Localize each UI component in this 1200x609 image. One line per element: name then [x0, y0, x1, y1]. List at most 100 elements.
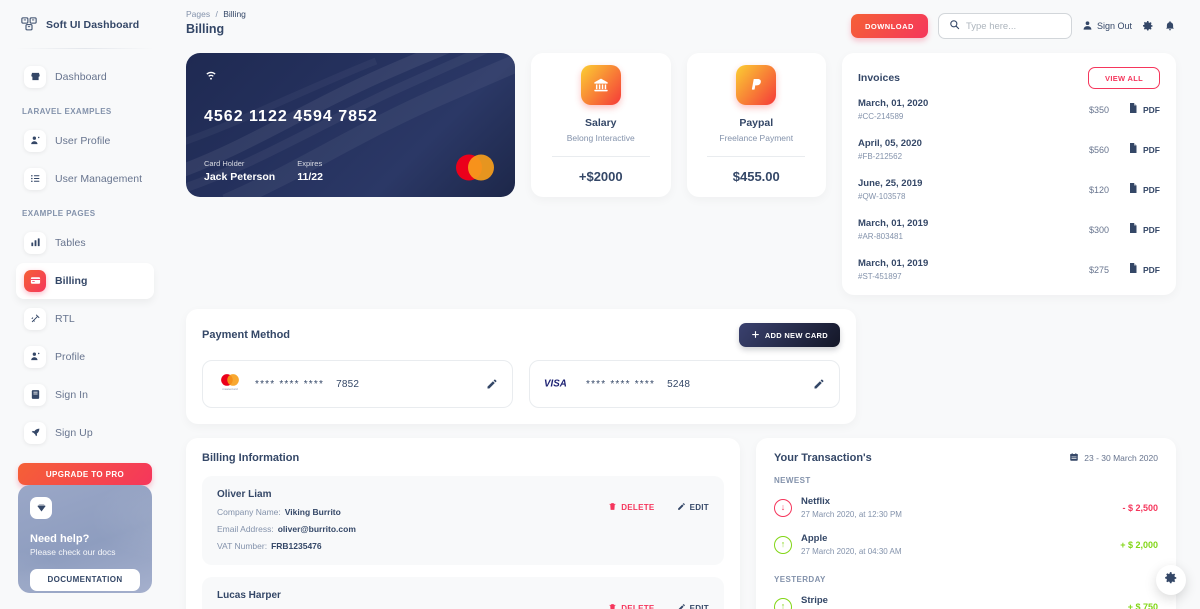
sidebar-item-label: User Management — [55, 172, 143, 185]
pencil-icon[interactable] — [813, 378, 825, 390]
pencil-icon — [677, 502, 686, 513]
search-input[interactable] — [965, 20, 1061, 32]
paypal-icon — [736, 65, 777, 105]
invoice-amount: $275 — [1088, 264, 1109, 275]
card-expires-block: Expires 11/22 — [297, 159, 323, 183]
transactions-group-label: NEWEST — [774, 476, 811, 485]
invoice-row: March, 01, 2020 #CC-214589 $350 PDF — [858, 89, 1160, 129]
pdf-download-button[interactable]: PDF — [1127, 181, 1160, 199]
transaction-time: 27 March 2020, at 12:30 PM — [801, 510, 902, 519]
gear-icon — [1164, 571, 1178, 590]
edit-button[interactable]: EDIT — [677, 603, 709, 609]
soft-ui-logo-icon — [20, 16, 38, 34]
pdf-download-button[interactable]: PDF — [1127, 261, 1160, 279]
file-pdf-icon — [1127, 221, 1139, 239]
invoice-id: #CC-214589 — [858, 112, 904, 121]
sidebar-item-dashboard[interactable]: Dashboard — [16, 59, 154, 95]
search-box[interactable] — [937, 13, 1072, 39]
invoice-id: #QW-103578 — [858, 192, 906, 201]
documentation-button[interactable]: DOCUMENTATION — [30, 568, 140, 591]
sign-out-button[interactable]: Sign Out — [1082, 20, 1132, 33]
stat-title: Salary — [584, 117, 617, 129]
invoice-amount: $300 — [1088, 224, 1109, 235]
pencil-icon[interactable] — [486, 378, 498, 390]
upgrade-to-pro-button[interactable]: UPGRADE TO PRO — [18, 462, 152, 486]
add-new-card-button[interactable]: ADD NEW CARD — [738, 323, 840, 347]
delete-button[interactable]: DELETE — [608, 502, 654, 513]
transaction-row: ↑ Stripe 26 March 2020, at 13:45 PM + $ … — [774, 588, 1158, 609]
breadcrumb-root[interactable]: Pages — [186, 9, 210, 19]
card-holder-label: Card Holder — [204, 159, 245, 168]
chart-bar-icon — [24, 231, 46, 254]
file-pdf-icon — [1127, 101, 1139, 119]
download-button[interactable]: DOWNLOAD — [850, 14, 928, 38]
invoice-id: #ST-451897 — [858, 272, 902, 281]
sidebar-item-label: Profile — [55, 350, 86, 363]
transactions-header: Your Transaction's 23 - 30 March 2020 — [774, 452, 1158, 464]
help-title: Need help? — [30, 533, 90, 546]
delete-button[interactable]: DELETE — [608, 603, 654, 609]
sidebar-item-rtl[interactable]: RTL — [16, 301, 154, 337]
stat-card-paypal: Paypal Freelance Payment $455.00 — [686, 53, 826, 197]
arrow-up-icon: ↑ — [774, 597, 792, 609]
transactions-date-range[interactable]: 23 - 30 March 2020 — [1069, 452, 1158, 464]
pdf-label: PDF — [1143, 224, 1160, 235]
sidebar-item-sign-up[interactable]: Sign Up — [16, 415, 154, 451]
diamond-icon — [30, 497, 52, 520]
view-all-button[interactable]: VIEW ALL — [1088, 67, 1160, 89]
sidebar-item-label: Sign Up — [55, 426, 93, 439]
transaction-name: Apple — [801, 533, 828, 544]
email-value: oliver@burrito.com — [277, 524, 356, 534]
invoices-title: Invoices — [858, 72, 901, 84]
sidebar-divider — [16, 48, 154, 49]
sidebar-nav: Dashboard LARAVEL EXAMPLES User Profile — [16, 59, 154, 451]
user-icon — [1082, 20, 1093, 33]
company-label: Company Name: — [217, 507, 281, 517]
pdf-label: PDF — [1143, 184, 1160, 195]
invoice-row: April, 05, 2020 #FB-212562 $560 PDF — [858, 129, 1160, 169]
svg-text:mastercard: mastercard — [222, 387, 238, 391]
invoice-id: #FB-212562 — [858, 152, 903, 161]
settings-fab-button[interactable] — [1156, 565, 1186, 595]
stat-subtitle: Belong Interactive — [566, 133, 635, 143]
pdf-download-button[interactable]: PDF — [1127, 101, 1160, 119]
edit-button[interactable]: EDIT — [677, 502, 709, 513]
bell-icon[interactable] — [1164, 20, 1176, 32]
invoice-amount: $120 — [1088, 184, 1109, 195]
payment-card-mastercard[interactable]: mastercard **** **** **** 7852 — [202, 360, 513, 408]
pdf-download-button[interactable]: PDF — [1127, 221, 1160, 239]
pdf-download-button[interactable]: PDF — [1127, 141, 1160, 159]
billing-info-item: Oliver Liam Company Name: Viking Burrito … — [202, 476, 724, 565]
plus-icon — [751, 330, 760, 341]
sidebar-item-label: Tables — [55, 236, 86, 249]
invoice-date: March, 01, 2019 — [858, 258, 929, 269]
sidebar-item-user-profile[interactable]: User Profile — [16, 123, 154, 159]
calendar-icon — [1069, 452, 1079, 464]
invoice-row: June, 25, 2019 #QW-103578 $120 PDF — [858, 169, 1160, 209]
shop-icon — [24, 65, 46, 88]
brand[interactable]: Soft UI Dashboard — [16, 0, 154, 46]
payment-card-visa[interactable]: VISA **** **** **** 5248 — [529, 360, 840, 408]
payment-cards-row: mastercard **** **** **** 7852 VISA ****… — [202, 360, 840, 408]
stat-amount: +$2000 — [578, 169, 623, 184]
delete-label: DELETE — [621, 503, 655, 512]
mastercard-icon — [456, 154, 494, 181]
stat-card-salary: Salary Belong Interactive +$2000 — [531, 53, 671, 197]
page-title: Billing — [186, 22, 225, 36]
file-pdf-icon — [1127, 141, 1139, 159]
app-root: Soft UI Dashboard Dashboard LARAVEL EXAM… — [0, 0, 1200, 609]
sidebar-item-profile[interactable]: Profile — [16, 339, 154, 375]
sidebar-item-user-management[interactable]: User Management — [16, 161, 154, 197]
pencil-icon — [677, 603, 686, 609]
sidebar-item-tables[interactable]: Tables — [16, 225, 154, 261]
billing-information-panel: Billing Information Oliver Liam Company … — [186, 438, 740, 609]
billing-contact-name: Oliver Liam — [217, 489, 272, 500]
trash-icon — [608, 603, 617, 609]
transaction-time: 27 March 2020, at 04:30 AM — [801, 547, 902, 556]
gear-icon[interactable] — [1142, 20, 1154, 32]
sidebar-item-sign-in[interactable]: Sign In — [16, 377, 154, 413]
transaction-row: ↑ Apple 27 March 2020, at 04:30 AM + $ 2… — [774, 526, 1158, 563]
breadcrumb: Pages / Billing — [186, 9, 246, 19]
breadcrumb-separator: / — [215, 9, 218, 19]
sidebar-item-billing[interactable]: Billing — [16, 262, 154, 299]
